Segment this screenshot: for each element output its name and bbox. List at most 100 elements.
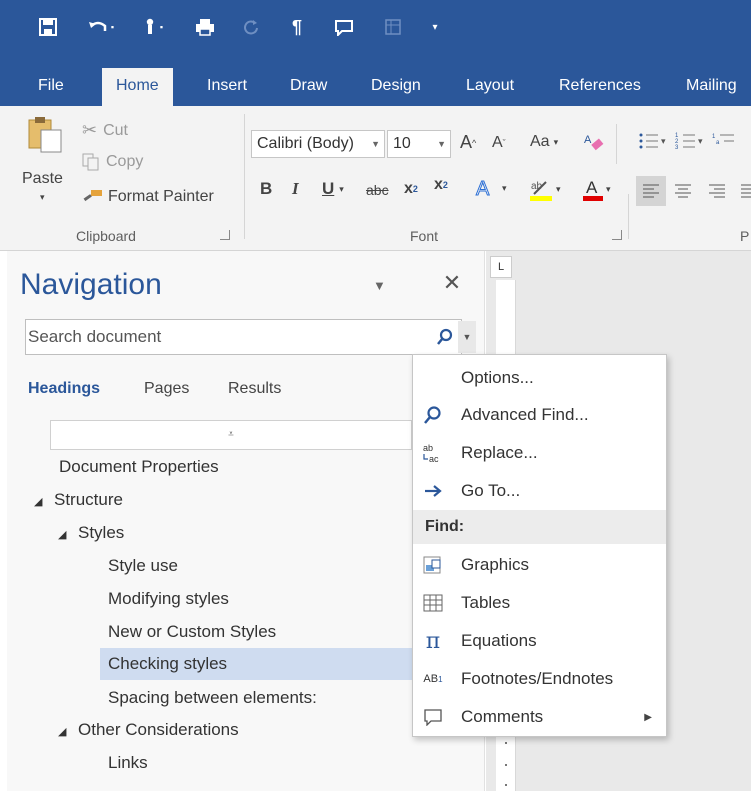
align-right-icon[interactable] xyxy=(708,184,726,198)
justify-icon[interactable] xyxy=(740,184,751,198)
cut-button[interactable]: ✂ Cut xyxy=(82,120,128,141)
italic-icon[interactable]: I xyxy=(292,179,299,199)
text-highlight-icon[interactable]: ab ▾ xyxy=(528,176,561,202)
underline-icon[interactable]: U ▾ xyxy=(322,179,344,199)
paste-label[interactable]: Paste xyxy=(22,170,63,188)
menu-item-tables[interactable]: Tables xyxy=(413,585,666,621)
bullets-icon[interactable]: ▾ xyxy=(638,132,668,150)
tab-file[interactable]: File xyxy=(38,68,64,106)
separator xyxy=(616,124,617,164)
save-icon[interactable] xyxy=(36,14,60,40)
tab-results[interactable]: Results xyxy=(228,380,281,398)
tab-insert[interactable]: Insert xyxy=(207,68,247,106)
svg-text:ab: ab xyxy=(423,443,433,453)
tree-item-document-properties[interactable]: Document Properties xyxy=(59,451,219,483)
subscript-icon[interactable]: x2 xyxy=(404,180,418,198)
menu-item-replace[interactable]: ab ac Replace... xyxy=(413,435,666,471)
comment-icon xyxy=(421,705,445,729)
superscript-icon[interactable]: x2 xyxy=(434,176,448,194)
tab-references[interactable]: References xyxy=(559,68,641,106)
bold-icon[interactable]: B xyxy=(260,179,272,199)
menu-item-options[interactable]: Options... xyxy=(413,360,666,396)
search-options-dropdown-icon[interactable]: ▼ xyxy=(458,321,476,353)
tree-item-other-considerations[interactable]: ◢ Other Considerations xyxy=(58,714,239,746)
paste-button[interactable] xyxy=(22,114,68,174)
tab-mailings[interactable]: Mailing xyxy=(686,68,737,106)
font-size-combo[interactable]: 10 ▼ xyxy=(387,130,451,158)
change-case-button[interactable]: Aa ▾ xyxy=(530,133,558,151)
tree-item-label: Document Properties xyxy=(59,457,219,476)
multilevel-list-icon[interactable]: 1a xyxy=(712,132,742,150)
font-name-dropdown-icon[interactable]: ▼ xyxy=(371,131,380,157)
menu-item-label: Go To... xyxy=(461,481,521,500)
search-options-menu: Options... Advanced Find... ab ac Replace… xyxy=(412,354,667,737)
menu-item-graphics[interactable]: Graphics xyxy=(413,547,666,583)
touch-mode-icon[interactable]: ▪ xyxy=(136,14,170,40)
tree-item-structure[interactable]: ◢ Structure xyxy=(34,484,123,516)
expand-triangle-icon[interactable]: ◢ xyxy=(34,486,54,518)
menu-item-advanced-find[interactable]: Advanced Find... xyxy=(413,397,666,433)
menu-item-go-to[interactable]: Go To... xyxy=(413,473,666,509)
numbering-icon[interactable]: 1 2 3 ▾ xyxy=(675,132,705,150)
table-icon[interactable] xyxy=(382,14,404,40)
menu-item-label: Replace... xyxy=(461,443,538,462)
format-painter-button[interactable]: Format Painter xyxy=(82,188,214,206)
collapse-all-bar[interactable]: ⩡ xyxy=(50,420,412,450)
format-painter-label: Format Painter xyxy=(108,188,214,205)
pi-icon: π xyxy=(425,628,441,654)
undo-icon[interactable]: ▪ xyxy=(84,14,118,40)
font-color-icon[interactable]: A ▾ xyxy=(582,176,611,202)
shrink-font-icon[interactable]: Aˇ xyxy=(492,134,506,152)
tab-home[interactable]: Home xyxy=(102,68,173,106)
font-name-combo[interactable]: Calibri (Body) ▼ xyxy=(251,130,385,158)
tree-item-modifying-styles[interactable]: Modifying styles xyxy=(108,583,229,615)
align-center-icon[interactable] xyxy=(674,184,692,198)
font-size-dropdown-icon[interactable]: ▼ xyxy=(437,131,446,157)
tree-item-style-use[interactable]: Style use xyxy=(108,550,178,582)
tree-item-new-custom-styles[interactable]: New or Custom Styles xyxy=(108,616,276,648)
tree-item-links[interactable]: Links xyxy=(108,747,148,779)
copy-icon xyxy=(82,153,99,171)
menu-item-label: Comments xyxy=(461,707,544,726)
font-dialog-launcher[interactable] xyxy=(612,230,622,240)
print-icon[interactable] xyxy=(192,14,218,40)
font-name-value: Calibri (Body) xyxy=(257,135,354,152)
clipboard-dialog-launcher[interactable] xyxy=(220,230,230,240)
align-left-icon[interactable] xyxy=(636,176,666,206)
customize-qat-icon[interactable]: ▾ xyxy=(428,14,442,40)
text-effects-icon[interactable]: A ▾ xyxy=(474,176,507,201)
paste-dropdown-icon[interactable]: ▾ xyxy=(40,192,45,203)
tree-item-spacing-between-elements[interactable]: Spacing between elements: xyxy=(108,682,317,714)
clear-formatting-icon[interactable]: A xyxy=(582,128,608,158)
tab-design[interactable]: Design xyxy=(371,68,421,106)
search-input[interactable] xyxy=(28,322,408,352)
table-icon xyxy=(421,591,445,615)
grow-font-icon[interactable]: A ^ xyxy=(460,132,476,153)
search-icon[interactable] xyxy=(434,322,456,352)
expand-triangle-icon[interactable]: ◢ xyxy=(58,716,78,748)
pane-options-dropdown-icon[interactable]: ▼ xyxy=(373,278,389,293)
ribbon-home: Paste ▾ ✂ Cut Copy Format Painter Clipbo… xyxy=(0,106,751,251)
close-icon[interactable]: ✕ xyxy=(441,272,463,294)
menu-item-footnotes[interactable]: AB 1 Footnotes/Endnotes xyxy=(413,661,666,697)
new-comment-icon[interactable] xyxy=(332,14,356,40)
copy-button[interactable]: Copy xyxy=(82,153,143,171)
tab-layout[interactable]: Layout xyxy=(466,68,514,106)
expand-triangle-icon[interactable]: ◢ xyxy=(58,519,78,551)
paragraph-mark-icon[interactable]: ¶ xyxy=(286,14,308,40)
tab-headings[interactable]: Headings xyxy=(28,380,100,398)
tab-draw[interactable]: Draw xyxy=(290,68,327,106)
svg-text:ac: ac xyxy=(429,454,439,464)
redo-icon[interactable] xyxy=(240,14,262,40)
strikethrough-icon[interactable]: abc xyxy=(366,182,389,198)
tree-item-styles[interactable]: ◢ Styles xyxy=(58,517,124,549)
menu-item-equations[interactable]: π Equations xyxy=(413,623,666,659)
copy-label: Copy xyxy=(106,153,144,170)
tree-item-checking-styles[interactable]: Checking styles xyxy=(100,648,414,680)
svg-text:A: A xyxy=(584,134,592,146)
tab-pages[interactable]: Pages xyxy=(144,380,189,398)
collapse-icon: ⩡ xyxy=(228,429,234,440)
tab-selector[interactable]: L xyxy=(490,256,512,278)
tree-item-label: Style use xyxy=(108,556,178,575)
menu-item-comments[interactable]: Comments ▶ xyxy=(413,699,666,735)
